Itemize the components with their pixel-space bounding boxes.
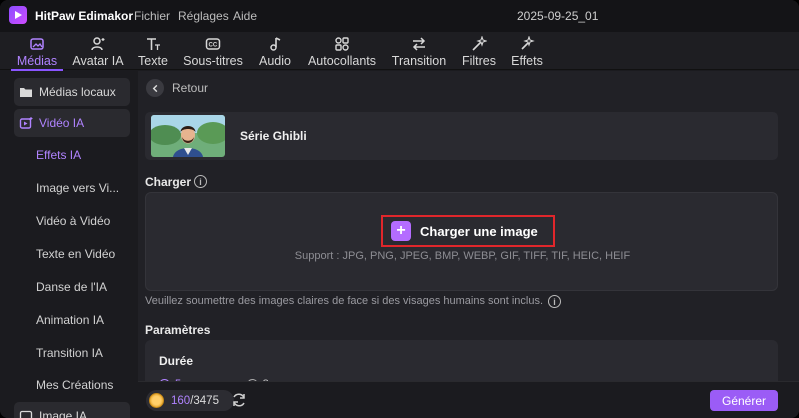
app-logo-icon — [9, 6, 27, 24]
tab-audio[interactable]: Audio — [256, 32, 294, 70]
plus-icon: + — [391, 221, 411, 241]
avatar-icon — [90, 35, 106, 53]
sidebar-item-ai-image[interactable]: Image IA — [14, 402, 130, 418]
tab-label: Autocollants — [307, 54, 377, 68]
coin-icon — [149, 393, 164, 408]
media-icon — [29, 35, 45, 53]
project-title: 2025-09-25_01 — [517, 9, 599, 23]
upload-image-button[interactable]: + Charger une image — [381, 215, 555, 247]
footer-bar: 160/3475 Générer — [138, 381, 799, 418]
back-label[interactable]: Retour — [172, 81, 208, 95]
tab-sous-titres[interactable]: CC Sous-titres — [182, 32, 244, 70]
tab-label: Transition — [391, 54, 447, 68]
credits-used: 160 — [171, 394, 191, 407]
tab-effets[interactable]: Effets — [510, 32, 544, 70]
title-bar: HitPaw Edimakor Fichier Réglages Aide 20… — [0, 0, 799, 32]
tab-transition[interactable]: Transition — [390, 32, 448, 70]
tab-label: Texte — [138, 54, 168, 68]
selected-style-card[interactable]: Série Ghibli — [145, 112, 778, 160]
tab-label: Audio — [259, 54, 291, 68]
refresh-icon[interactable] — [231, 392, 247, 408]
generate-button[interactable]: Générer — [710, 390, 778, 411]
menu-aide[interactable]: Aide — [233, 9, 257, 23]
app-window: HitPaw Edimakor Fichier Réglages Aide 20… — [0, 0, 799, 418]
audio-icon — [267, 35, 283, 53]
info-icon[interactable]: i — [194, 175, 207, 188]
sidebar-subitem-ai-animation[interactable]: Animation IA — [36, 313, 120, 327]
chevron-left-icon — [152, 84, 157, 92]
menu-fichier[interactable]: Fichier — [134, 9, 170, 23]
sidebar-item-ai-video[interactable]: Vidéo IA — [14, 109, 130, 137]
text-icon — [145, 35, 161, 53]
tab-medias[interactable]: Médias — [14, 32, 60, 70]
supported-formats-text: Support : JPG, PNG, JPEG, BMP, WEBP, GIF… — [294, 250, 631, 262]
tab-label: Sous-titres — [183, 54, 243, 68]
duration-label: Durée — [159, 354, 194, 368]
face-hint-text: Veuillez soumettre des images claires de… — [145, 295, 544, 307]
subtitles-icon: CC — [205, 35, 221, 53]
style-thumbnail — [151, 115, 225, 157]
credits-badge: 160/3475 — [146, 390, 234, 411]
main-toolbar: Médias Avatar IA Texte CC Sous-titres Au… — [0, 32, 799, 70]
sidebar-item-label: Vidéo IA — [39, 116, 85, 130]
sidebar-subitem-image-to-video[interactable]: Image vers Vi... — [36, 181, 120, 195]
upload-section-label: Charger — [145, 175, 192, 189]
tab-label: Filtres — [461, 54, 497, 68]
app-name: HitPaw Edimakor — [35, 9, 134, 23]
tab-texte[interactable]: Texte — [136, 32, 170, 70]
tab-label: Médias — [16, 54, 58, 68]
ai-video-icon — [19, 116, 33, 130]
credits-count: 160/3475 — [171, 395, 219, 407]
upload-button-label: Charger une image — [420, 223, 538, 239]
sidebar: Médias locaux Vidéo IA Effets IA Image v… — [0, 71, 138, 418]
tab-avatar-ia[interactable]: Avatar IA — [70, 32, 126, 70]
sidebar-item-label: Image IA — [39, 409, 88, 418]
sidebar-subitem-ai-transition[interactable]: Transition IA — [36, 346, 120, 360]
style-name: Série Ghibli — [240, 129, 307, 143]
tab-label: Effets — [511, 54, 543, 68]
params-section-label: Paramètres — [145, 323, 211, 337]
sidebar-subitem-my-creations[interactable]: Mes Créations — [36, 378, 120, 392]
tab-label: Avatar IA — [72, 54, 124, 68]
effects-icon — [519, 35, 535, 53]
sidebar-item-local-media[interactable]: Médias locaux — [14, 78, 130, 106]
sidebar-subitem-effets-ia[interactable]: Effets IA — [36, 148, 120, 162]
folder-icon — [19, 85, 33, 99]
tab-autocollants[interactable]: Autocollants — [306, 32, 378, 70]
menu-reglages[interactable]: Réglages — [178, 9, 229, 23]
sidebar-subitem-text-to-video[interactable]: Texte en Vidéo — [36, 247, 120, 261]
info-icon[interactable]: i — [548, 295, 561, 308]
sidebar-item-label: Médias locaux — [39, 85, 116, 99]
tab-filtres[interactable]: Filtres — [460, 32, 498, 70]
back-button[interactable] — [146, 79, 164, 97]
sidebar-subitem-video-to-video[interactable]: Vidéo à Vidéo — [36, 214, 120, 228]
ai-image-icon — [19, 409, 33, 418]
credits-total: /3475 — [190, 394, 219, 407]
sidebar-subitem-ai-dance[interactable]: Danse de l'IA — [36, 280, 120, 294]
filters-icon — [471, 35, 487, 53]
main-panel: Retour Série Ghibli Charger i + Charger … — [138, 71, 799, 418]
svg-text:CC: CC — [209, 43, 218, 49]
image-dropzone[interactable]: + Charger une image Support : JPG, PNG, … — [145, 192, 778, 291]
stickers-icon — [334, 35, 350, 53]
transition-icon — [411, 35, 427, 53]
